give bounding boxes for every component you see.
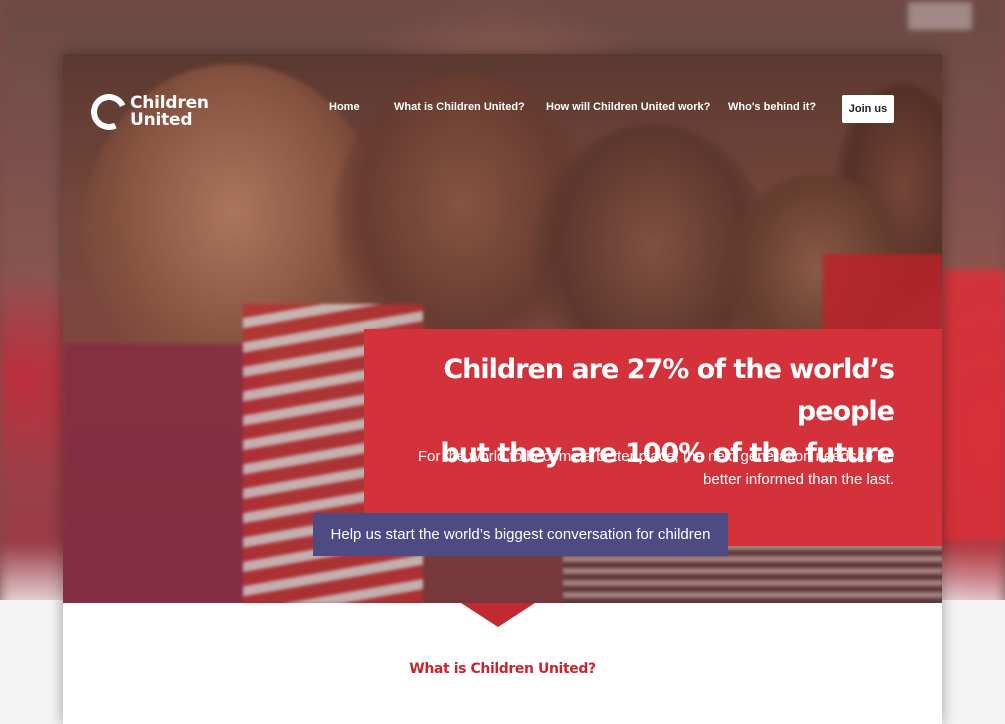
backdrop-join-button (908, 2, 972, 30)
backdrop-red-panel (942, 270, 1005, 540)
website-page: Children United Home What is Children Un… (63, 54, 942, 724)
main-nav: Home What is Children United? How will C… (63, 101, 942, 121)
nav-what-is[interactable]: What is Children United? (394, 101, 525, 113)
nav-how-work[interactable]: How will Children United work? (546, 101, 710, 113)
hero-section: Children United Home What is Children Un… (63, 54, 942, 603)
nav-who-behind[interactable]: Who's behind it? (728, 101, 816, 113)
hero-subtext: For the world to become a better place, … (417, 448, 894, 488)
nav-home[interactable]: Home (329, 101, 360, 113)
cta-button[interactable]: Help us start the world’s biggest conver… (313, 513, 728, 556)
join-us-button[interactable]: Join us (842, 95, 894, 123)
section-title: What is Children United? (409, 661, 596, 677)
headline-line-1: Children are 27% of the world’s people (443, 354, 895, 427)
section-arrow (461, 603, 535, 627)
